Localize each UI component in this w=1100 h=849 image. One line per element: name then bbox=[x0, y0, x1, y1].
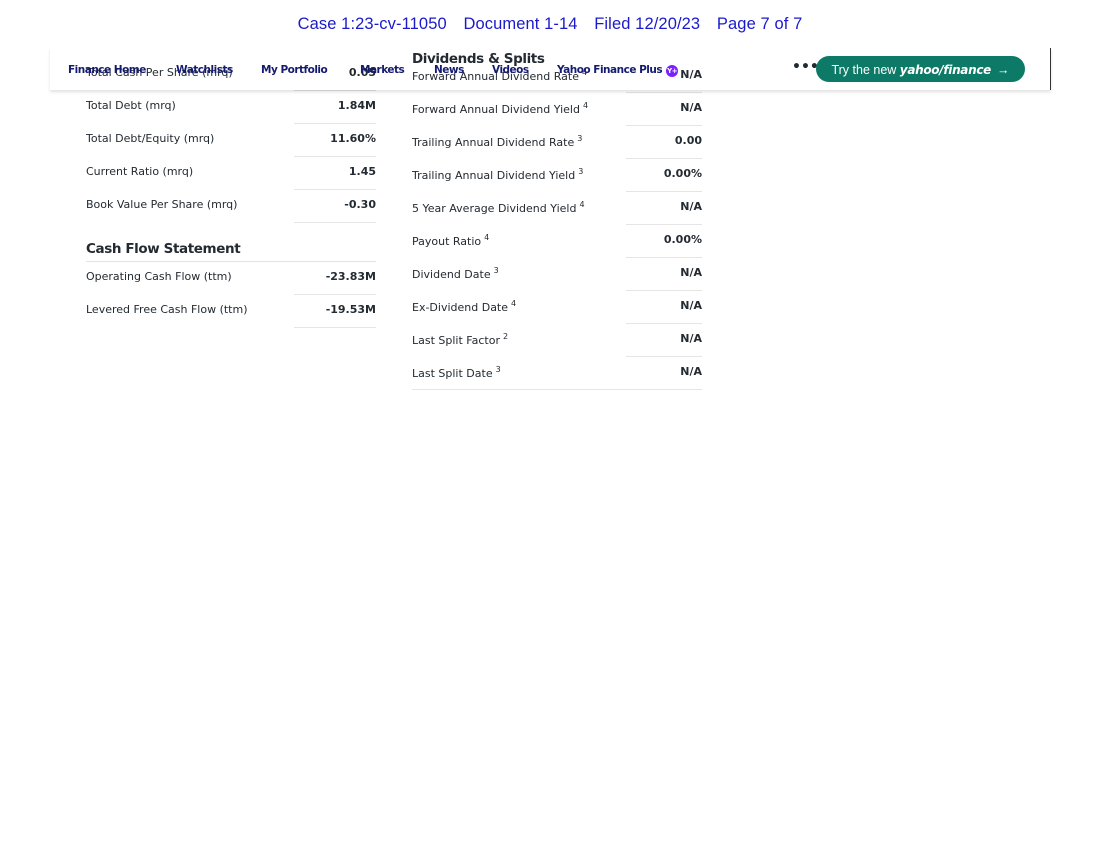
row-value: 11.60% bbox=[330, 132, 376, 145]
row-label: Last Split Date 3 bbox=[412, 365, 501, 380]
table-row: Trailing Annual Dividend Rate 3 0.00 bbox=[412, 126, 702, 159]
footnote-marker: 3 bbox=[493, 266, 499, 275]
table-row: Trailing Annual Dividend Yield 3 0.00% bbox=[412, 159, 702, 192]
footnote-marker: 2 bbox=[502, 332, 509, 341]
nav-markets[interactable]: Markets bbox=[360, 64, 405, 76]
page-number: Page 7 of 7 bbox=[716, 15, 803, 33]
row-label: Total Debt (mrq) bbox=[86, 99, 176, 112]
try-new-yahoo-finance-button[interactable]: Try the new yahoo/finance → bbox=[816, 56, 1025, 82]
row-value: 0.00% bbox=[663, 167, 702, 180]
more-options-icon[interactable]: ••• bbox=[792, 59, 819, 75]
footnote-marker: 3 bbox=[577, 134, 583, 143]
table-row: Current Ratio (mrq) 1.45 bbox=[86, 157, 376, 190]
court-filing-header: Case 1:23-cv-11050 Document 1-14 Filed 1… bbox=[0, 15, 1100, 34]
row-label: Forward Annual Dividend Yield 4 bbox=[412, 101, 589, 116]
row-value: N/A bbox=[680, 365, 702, 378]
table-row: Last Split Date 3 N/A bbox=[412, 357, 702, 390]
nav-yahoo-finance-plus[interactable]: Yahoo Finance Plus Y+ bbox=[557, 64, 679, 77]
footnote-marker: 4 bbox=[484, 233, 490, 242]
table-row: 5 Year Average Dividend Yield 4 N/A bbox=[412, 192, 702, 225]
yahoo-finance-logo: yahoo/finance bbox=[899, 63, 992, 77]
table-row: Total Debt (mrq) 1.84M bbox=[86, 91, 376, 124]
row-label: Total Debt/Equity (mrq) bbox=[86, 132, 215, 145]
yahoo-finance-nav-bar: Finance Home Watchlists My Portfolio Mar… bbox=[50, 48, 1051, 90]
arrow-right-icon: → bbox=[997, 63, 1010, 77]
row-label: 5 Year Average Dividend Yield 4 bbox=[412, 200, 585, 215]
table-row: Book Value Per Share (mrq) -0.30 bbox=[86, 190, 376, 223]
row-value: -19.53M bbox=[325, 303, 376, 316]
table-row: Levered Free Cash Flow (ttm) -19.53M bbox=[86, 295, 376, 328]
footnote-marker: 4 bbox=[582, 101, 589, 110]
footnote-marker: 3 bbox=[578, 167, 584, 176]
row-divider bbox=[294, 327, 376, 328]
table-row: Total Debt/Equity (mrq) 11.60% bbox=[86, 124, 376, 157]
row-divider bbox=[412, 389, 702, 390]
table-row: Last Split Factor 2 N/A bbox=[412, 324, 702, 357]
row-label: Current Ratio (mrq) bbox=[86, 165, 194, 178]
nav-watchlists[interactable]: Watchlists bbox=[176, 64, 233, 76]
cash-flow-section-title: Cash Flow Statement bbox=[86, 229, 376, 262]
nav-finance-home[interactable]: Finance Home bbox=[68, 64, 146, 76]
row-value: 0.00 bbox=[674, 134, 702, 147]
case-number: Case 1:23-cv-11050 bbox=[297, 15, 447, 33]
row-label: Levered Free Cash Flow (ttm) bbox=[86, 303, 248, 316]
row-label: Operating Cash Flow (ttm) bbox=[86, 270, 232, 283]
footnote-marker: 3 bbox=[495, 365, 501, 374]
row-label: Payout Ratio 4 bbox=[412, 233, 490, 248]
row-label: Book Value Per Share (mrq) bbox=[86, 198, 238, 211]
row-value: -0.30 bbox=[344, 198, 376, 211]
dividends-splits-column: Dividends & Splits Forward Annual Divide… bbox=[412, 51, 702, 390]
table-row: Dividend Date 3 N/A bbox=[412, 258, 702, 291]
row-value: 1.84M bbox=[337, 99, 376, 112]
nav-videos[interactable]: Videos bbox=[492, 64, 529, 76]
table-row: Forward Annual Dividend Yield 4 N/A bbox=[412, 93, 702, 126]
row-value: 1.45 bbox=[348, 165, 376, 178]
footnote-marker: 4 bbox=[511, 299, 517, 308]
row-label: Last Split Factor 2 bbox=[412, 332, 509, 347]
row-value: N/A bbox=[680, 299, 702, 312]
row-divider bbox=[294, 222, 376, 223]
row-label: Dividend Date 3 bbox=[412, 266, 499, 281]
yahoo-plus-icon: Y+ bbox=[666, 65, 679, 77]
footnote-marker: 4 bbox=[579, 200, 585, 209]
table-row: Operating Cash Flow (ttm) -23.83M bbox=[86, 262, 376, 295]
statistics-left-column: Total Cash Per Share (mrq) 0.05 Total De… bbox=[86, 58, 376, 328]
cash-flow-rows: Operating Cash Flow (ttm) -23.83M Levere… bbox=[86, 262, 376, 328]
row-value: 0.00% bbox=[663, 233, 702, 246]
document-number: Document 1-14 bbox=[463, 15, 578, 33]
row-value: -23.83M bbox=[325, 270, 376, 283]
row-label: Ex-Dividend Date 4 bbox=[412, 299, 517, 314]
row-value: N/A bbox=[680, 101, 702, 114]
table-row: Payout Ratio 4 0.00% bbox=[412, 225, 702, 258]
nav-my-portfolio[interactable]: My Portfolio bbox=[261, 64, 328, 76]
row-value: N/A bbox=[680, 200, 702, 213]
row-label: Trailing Annual Dividend Yield 3 bbox=[412, 167, 584, 182]
row-value: N/A bbox=[680, 332, 702, 345]
filed-date: Filed 12/20/23 bbox=[594, 15, 701, 33]
row-label: Trailing Annual Dividend Rate 3 bbox=[412, 134, 583, 149]
table-row: Ex-Dividend Date 4 N/A bbox=[412, 291, 702, 324]
nav-news[interactable]: News bbox=[434, 64, 464, 76]
row-value: N/A bbox=[680, 266, 702, 279]
